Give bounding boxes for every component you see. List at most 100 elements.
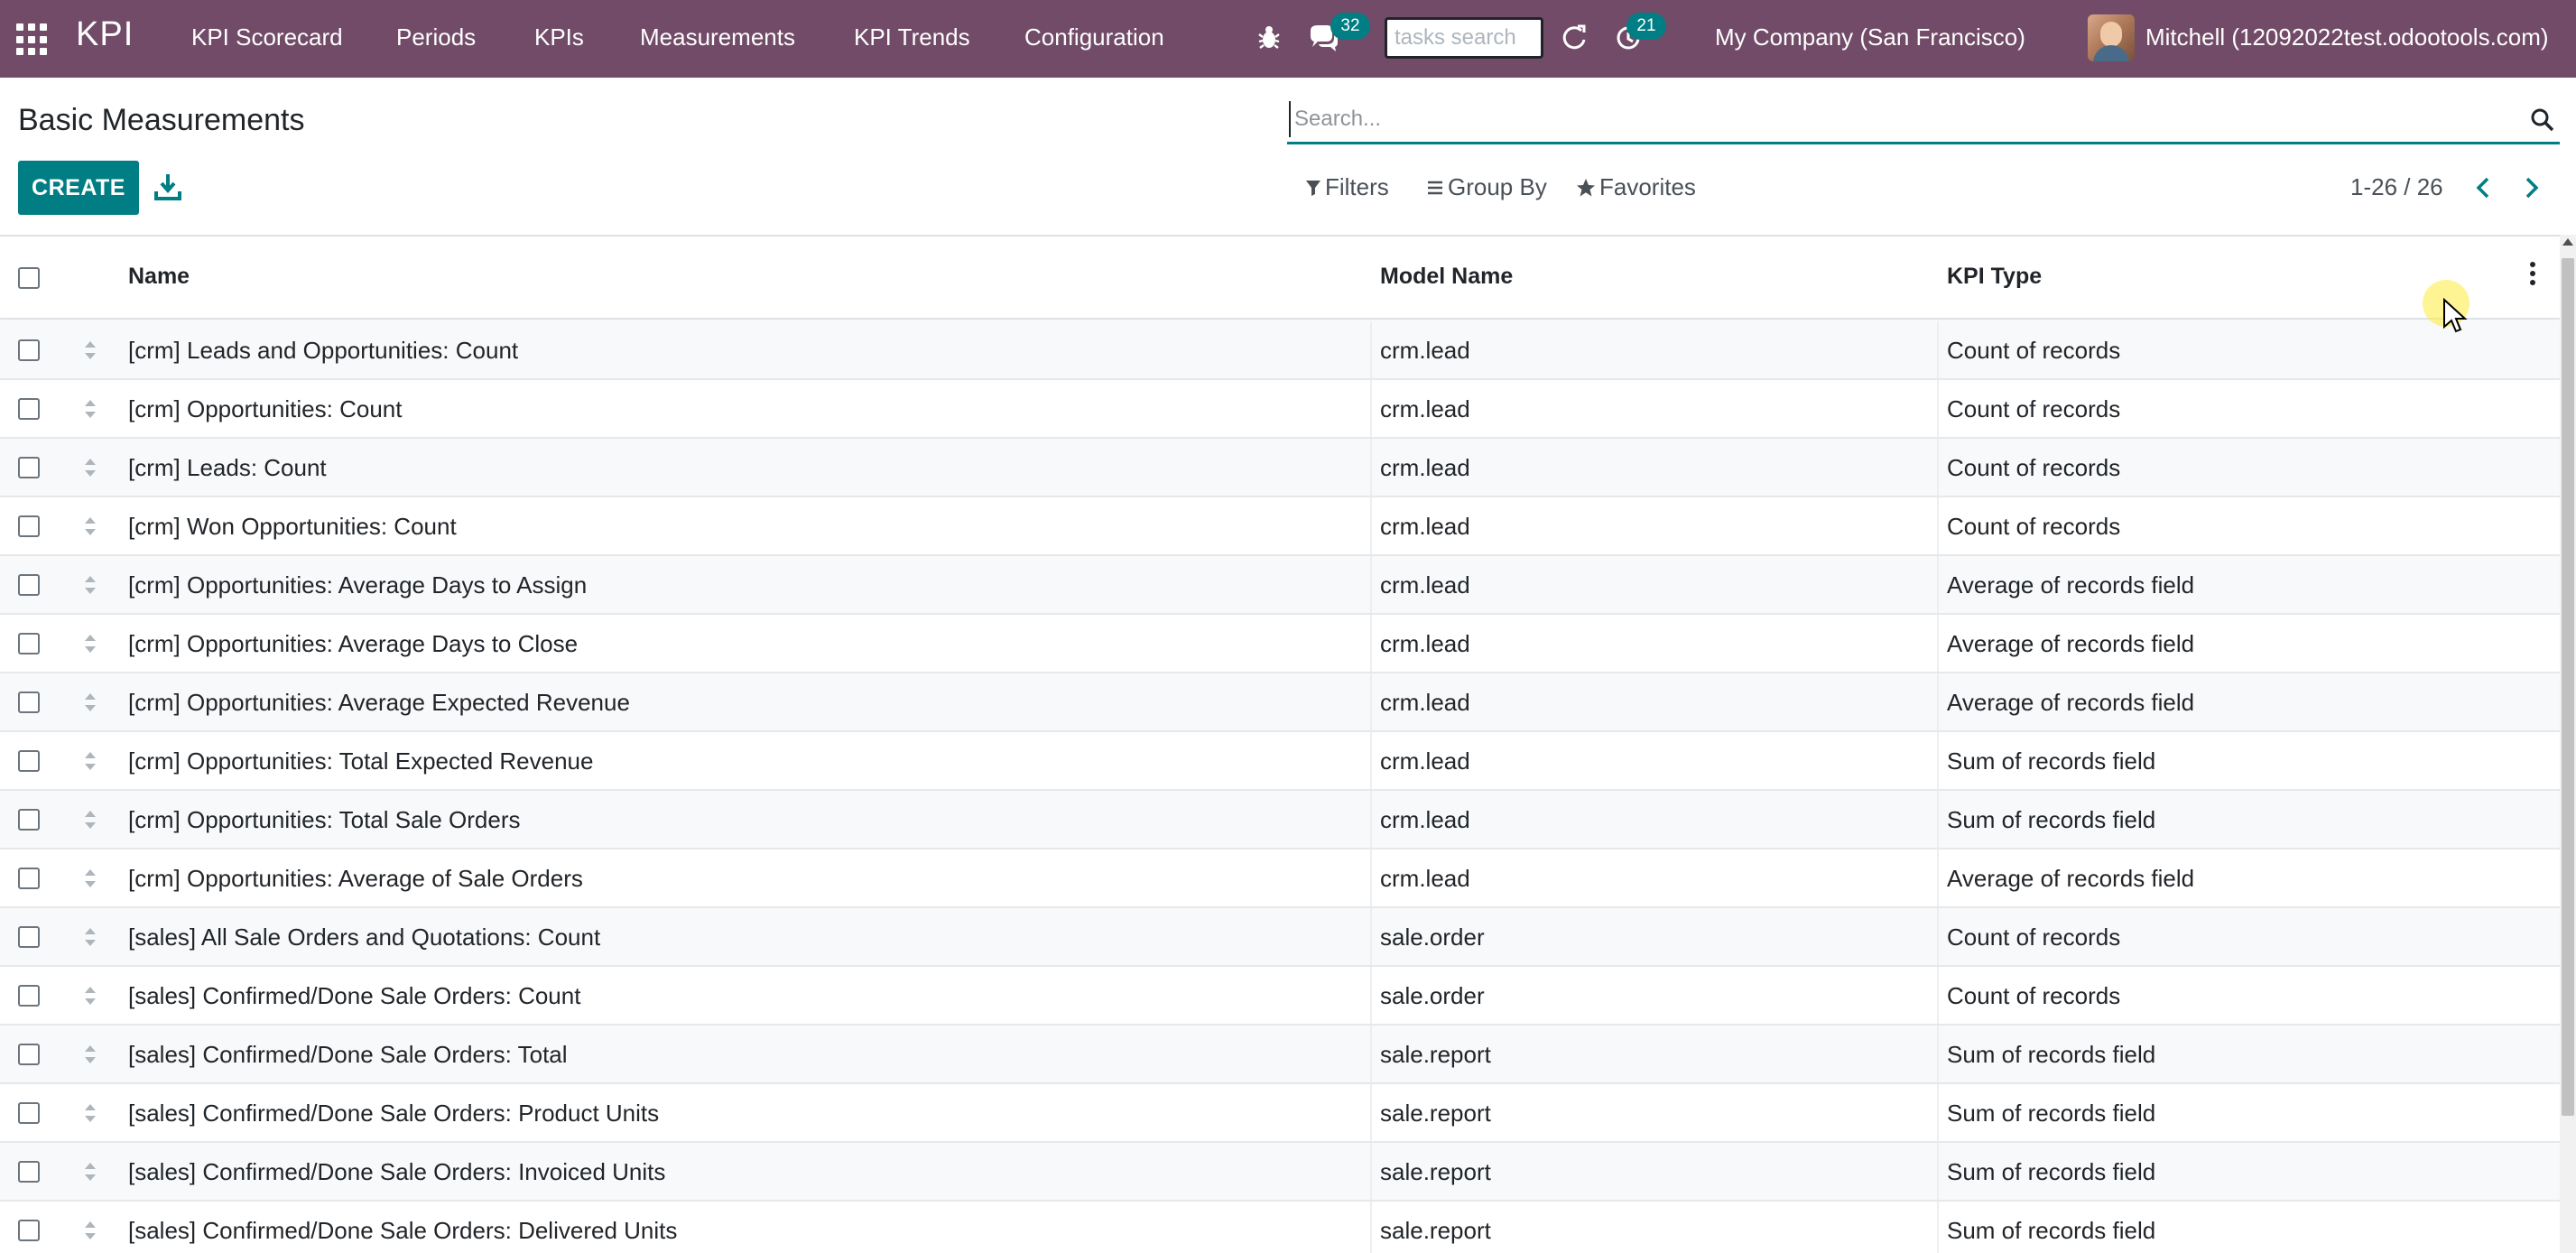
table-row[interactable]: [sales] Confirmed/Done Sale Orders: Invo… — [0, 1143, 2560, 1202]
row-checkbox[interactable] — [18, 750, 40, 772]
row-checkbox[interactable] — [18, 633, 40, 654]
column-header-name[interactable]: Name — [128, 264, 190, 290]
table-row[interactable]: [sales] Confirmed/Done Sale Orders: Deli… — [0, 1202, 2560, 1253]
column-header-model-name[interactable]: Model Name — [1380, 264, 1513, 290]
filters-button[interactable]: Filters — [1305, 173, 1389, 201]
scroll-up-arrow-icon[interactable] — [2562, 238, 2573, 246]
drag-handle-icon[interactable] — [81, 514, 99, 539]
table-row[interactable]: [sales] All Sale Orders and Quotations: … — [0, 908, 2560, 967]
refresh-icon[interactable] — [1556, 20, 1592, 56]
cell-name: [sales] Confirmed/Done Sale Orders: Coun… — [128, 982, 581, 1009]
optional-columns-icon[interactable] — [2527, 262, 2538, 289]
column-divider — [1937, 967, 1939, 1024]
row-checkbox[interactable] — [18, 691, 40, 713]
drag-handle-icon[interactable] — [81, 455, 99, 480]
table-row[interactable]: [crm] Opportunities: Average Days to Ass… — [0, 556, 2560, 615]
menu-configuration[interactable]: Configuration — [1024, 23, 1164, 51]
drag-handle-icon[interactable] — [81, 924, 99, 950]
table-row[interactable]: [crm] Opportunities: Total Sale Orders cr… — [0, 791, 2560, 849]
row-checkbox[interactable] — [18, 868, 40, 889]
row-checkbox[interactable] — [18, 985, 40, 1007]
drag-handle-icon[interactable] — [81, 396, 99, 422]
row-checkbox[interactable] — [18, 1220, 40, 1241]
download-icon[interactable] — [153, 172, 182, 202]
menu-periods[interactable]: Periods — [396, 23, 476, 51]
search-icon[interactable] — [2529, 107, 2556, 134]
table-row[interactable]: [crm] Opportunities: Total Expected Reve… — [0, 732, 2560, 791]
favorites-button[interactable]: Favorites — [1576, 173, 1696, 201]
avatar[interactable] — [2088, 14, 2135, 61]
cell-name: [crm] Opportunities: Count — [128, 395, 403, 422]
cell-kpi-type: Count of records — [1947, 454, 2121, 481]
drag-handle-icon[interactable] — [81, 1042, 99, 1067]
table-row[interactable]: [crm] Leads and Opportunities: Count crm.… — [0, 321, 2560, 380]
drag-handle-icon[interactable] — [81, 690, 99, 715]
row-checkbox[interactable] — [18, 1161, 40, 1183]
column-divider — [1937, 1143, 1939, 1200]
cell-kpi-type: Average of records field — [1947, 571, 2195, 599]
row-checkbox[interactable] — [18, 398, 40, 420]
drag-handle-icon[interactable] — [81, 631, 99, 656]
menu-kpi-trends[interactable]: KPI Trends — [854, 23, 970, 51]
table-row[interactable]: [sales] Confirmed/Done Sale Orders: Coun… — [0, 967, 2560, 1026]
drag-handle-icon[interactable] — [81, 807, 99, 832]
search-input[interactable] — [1289, 101, 2489, 137]
row-checkbox[interactable] — [18, 515, 40, 537]
create-button[interactable]: CREATE — [18, 161, 139, 215]
drag-handle-icon[interactable] — [81, 1100, 99, 1126]
drag-handle-icon[interactable] — [81, 866, 99, 891]
cell-model-name: crm.lead — [1380, 454, 1470, 481]
tasks-search-input[interactable] — [1385, 17, 1543, 59]
chevron-right-icon[interactable] — [2520, 173, 2544, 202]
drag-handle-icon[interactable] — [81, 338, 99, 363]
table-row[interactable]: [crm] Opportunities: Average Days to Clo… — [0, 615, 2560, 673]
drag-handle-icon[interactable] — [81, 1159, 99, 1184]
column-header-kpi-type[interactable]: KPI Type — [1947, 264, 2042, 290]
company-switcher[interactable]: My Company (San Francisco) — [1715, 23, 2025, 51]
cell-name: [crm] Won Opportunities: Count — [128, 513, 457, 540]
cell-model-name: sale.order — [1380, 924, 1485, 951]
user-menu[interactable]: Mitchell (12092022test.odootools.com) — [2145, 23, 2549, 51]
table-row[interactable]: [crm] Opportunities: Count crm.lead Count … — [0, 380, 2560, 439]
app-brand[interactable]: KPI — [76, 15, 134, 54]
pager-value[interactable]: 1-26 / 26 — [2350, 173, 2443, 201]
filter-icon — [1306, 180, 1320, 196]
table-row[interactable]: [crm] Opportunities: Average Expected Re… — [0, 673, 2560, 732]
scrollbar[interactable] — [2560, 235, 2576, 1253]
select-all-checkbox[interactable] — [18, 267, 40, 289]
mouse-cursor-icon — [2443, 298, 2468, 333]
group-by-button[interactable]: Group By — [1426, 173, 1547, 201]
row-checkbox[interactable] — [18, 339, 40, 361]
row-checkbox[interactable] — [18, 574, 40, 596]
drag-handle-icon[interactable] — [81, 572, 99, 598]
column-divider — [1937, 380, 1939, 437]
row-checkbox[interactable] — [18, 1044, 40, 1065]
table-row[interactable]: [crm] Won Opportunities: Count crm.lead Co… — [0, 497, 2560, 556]
row-checkbox[interactable] — [18, 926, 40, 948]
column-divider — [1370, 1202, 1372, 1253]
apps-menu-icon[interactable] — [16, 23, 49, 56]
scrollbar-thumb[interactable] — [2562, 258, 2574, 1116]
table-row[interactable]: [crm] Opportunities: Average of Sale Ord… — [0, 849, 2560, 908]
cell-kpi-type: Sum of records field — [1947, 1158, 2156, 1185]
row-checkbox[interactable] — [18, 1102, 40, 1124]
menu-kpis[interactable]: KPIs — [534, 23, 584, 51]
drag-handle-icon[interactable] — [81, 983, 99, 1008]
list-table: Name Model Name KPI Type [crm] Leads and… — [0, 235, 2560, 1253]
row-checkbox[interactable] — [18, 809, 40, 831]
column-divider — [1370, 497, 1372, 554]
row-checkbox[interactable] — [18, 457, 40, 478]
page-title[interactable]: Basic Measurements — [18, 103, 304, 138]
column-divider — [1937, 791, 1939, 848]
menu-kpi-scorecard[interactable]: KPI Scorecard — [191, 23, 343, 51]
drag-handle-icon[interactable] — [81, 1218, 99, 1243]
chevron-left-icon[interactable] — [2471, 173, 2495, 202]
menu-measurements[interactable]: Measurements — [640, 23, 795, 51]
favorites-label: Favorites — [1599, 173, 1696, 200]
drag-handle-icon[interactable] — [81, 748, 99, 774]
table-row[interactable]: [crm] Leads: Count crm.lead Count of recor… — [0, 439, 2560, 497]
table-row[interactable]: [sales] Confirmed/Done Sale Orders: Prod… — [0, 1084, 2560, 1143]
cell-model-name: crm.lead — [1380, 865, 1470, 892]
table-row[interactable]: [sales] Confirmed/Done Sale Orders: Tota… — [0, 1026, 2560, 1084]
bug-icon[interactable] — [1251, 20, 1287, 56]
